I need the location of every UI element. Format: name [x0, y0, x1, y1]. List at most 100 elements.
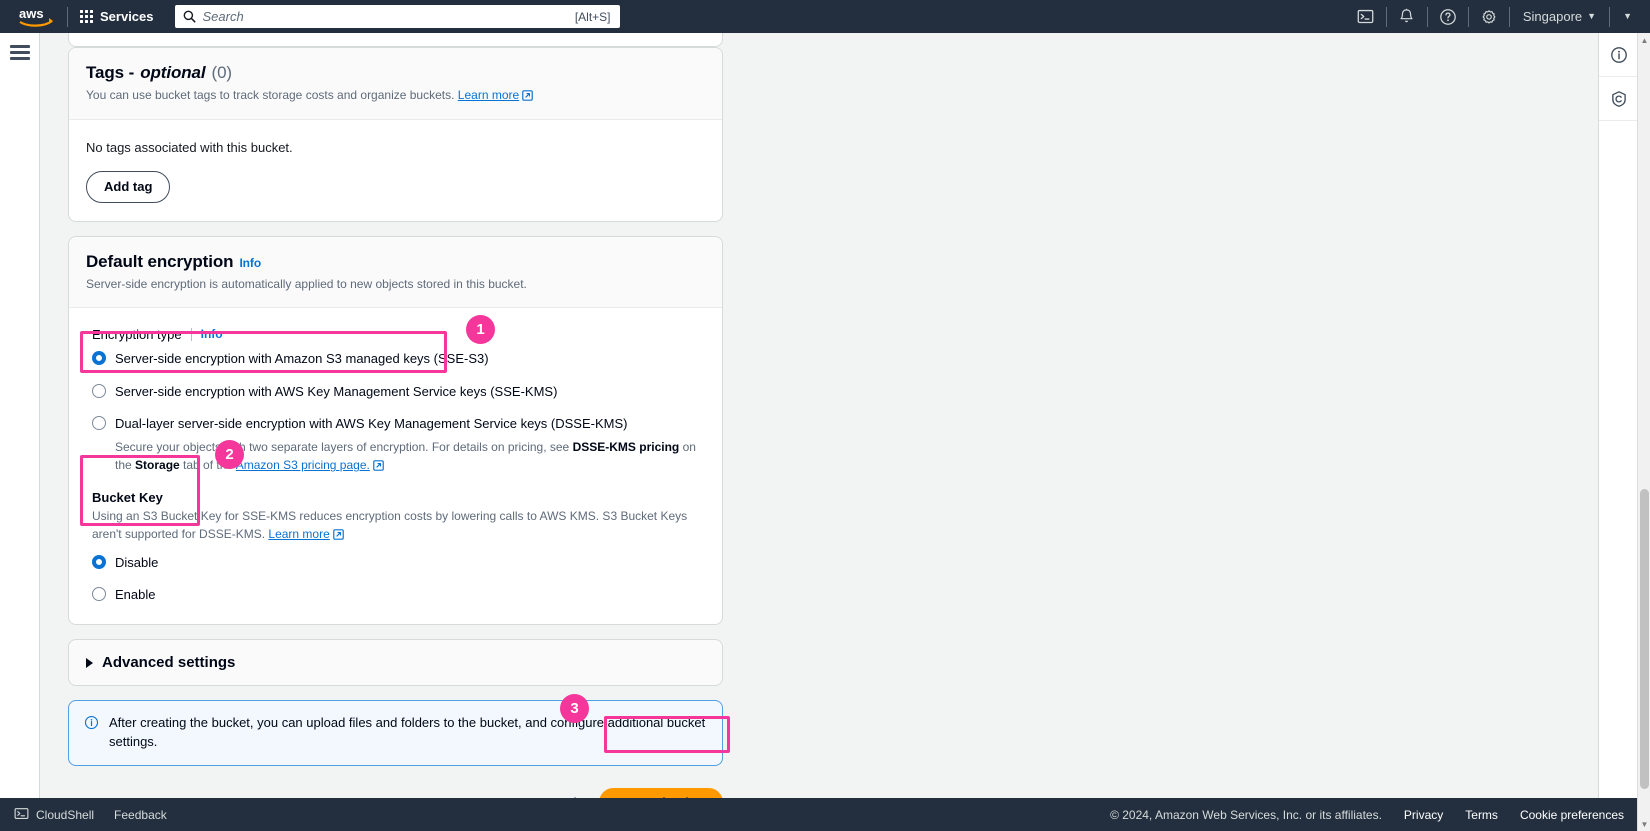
footer-feedback-label: Feedback	[114, 807, 167, 822]
top-nav-right-group: Singapore ▼ ▼	[1349, 0, 1650, 33]
scroll-down-arrow-icon[interactable]: ▼	[1638, 817, 1650, 831]
page-scrollbar[interactable]: ▲ ▼	[1637, 33, 1650, 831]
cancel-button[interactable]: Cancel	[518, 789, 593, 798]
tags-description: You can use bucket tags to track storage…	[86, 87, 705, 106]
radio-bucket-key-enable[interactable]: Enable	[92, 581, 705, 609]
radio-dsse-kms-label: Dual-layer server-side encryption with A…	[115, 415, 628, 431]
encryption-title: Default encryption Info	[86, 252, 705, 272]
account-menu-button[interactable]: ▼	[1613, 6, 1646, 27]
radio-dsse-kms[interactable]: Dual-layer server-side encryption with A…	[92, 410, 705, 438]
question-circle-icon[interactable]	[1431, 0, 1465, 33]
footer-terms-link[interactable]: Terms	[1465, 808, 1498, 822]
radio-sse-kms-indicator[interactable]	[92, 384, 106, 399]
left-navigation-rail	[0, 33, 40, 798]
bell-icon[interactable]	[1390, 0, 1424, 33]
encryption-type-info-link[interactable]: Info	[201, 327, 223, 341]
footer-left-group: CloudShell Feedback	[0, 806, 167, 824]
tags-card-header: Tags - optional (0) You can use bucket t…	[69, 48, 722, 121]
annotation-badge-3: 3	[560, 694, 589, 723]
svg-text:aws: aws	[19, 6, 44, 21]
footer-feedback-button[interactable]: Feedback	[114, 808, 167, 822]
scrollbar-thumb[interactable]	[1640, 489, 1649, 789]
nav-divider	[1467, 6, 1469, 27]
encryption-type-label-row: Encryption type Info	[92, 327, 705, 342]
bucket-key-description: Using an S3 Bucket Key for SSE-KMS reduc…	[92, 508, 705, 545]
footer-cookie-preferences-link[interactable]: Cookie preferences	[1520, 808, 1624, 822]
region-label: Singapore	[1522, 9, 1583, 24]
bucket-key-group: Bucket Key Using an S3 Bucket Key for SS…	[86, 490, 705, 608]
footer-cloudshell-label: CloudShell	[36, 807, 95, 822]
info-alert-text: After creating the bucket, you can uploa…	[109, 715, 706, 749]
encryption-description: Server-side encryption is automatically …	[86, 277, 527, 292]
advanced-settings-title: Advanced settings	[102, 654, 236, 672]
radio-bucket-key-enable-label: Enable	[115, 586, 156, 602]
radio-bucket-key-disable-label: Disable	[115, 555, 159, 571]
top-navigation-bar: aws Services Search [Alt+S] Singapore ▼ …	[0, 0, 1650, 33]
scroll-up-arrow-icon[interactable]: ▲	[1638, 33, 1650, 47]
nav-divider	[1385, 6, 1387, 27]
encryption-card-body: Encryption type Info Server-side encrypt…	[69, 308, 722, 624]
search-shortcut-hint: [Alt+S]	[574, 9, 611, 24]
encryption-type-group: Encryption type Info Server-side encrypt…	[86, 324, 705, 375]
tags-empty-text: No tags associated with this bucket.	[86, 140, 293, 156]
footer-copyright: © 2024, Amazon Web Services, Inc. or its…	[1110, 807, 1382, 822]
tags-title: Tags - optional (0)	[86, 63, 705, 83]
triangle-right-icon	[86, 657, 93, 668]
encryption-type-label: Encryption type	[92, 326, 182, 342]
radio-bucket-key-disable[interactable]: Disable	[92, 549, 705, 577]
tags-card-body: No tags associated with this bucket. Add…	[69, 120, 722, 221]
add-tag-button[interactable]: Add tag	[86, 171, 171, 204]
dsse-pricing-emphasis: DSSE-KMS pricing	[572, 440, 680, 455]
bucket-key-learn-more-link[interactable]: Learn more	[268, 527, 329, 541]
advanced-settings-expander[interactable]: Advanced settings	[68, 639, 723, 687]
gear-icon[interactable]	[1472, 0, 1506, 33]
radio-sse-kms[interactable]: Server-side encryption with AWS Key Mana…	[86, 378, 705, 406]
nav-divider	[1508, 6, 1510, 27]
s3-pricing-page-link[interactable]: Amazon S3 pricing page.	[236, 458, 370, 472]
radio-sse-s3-indicator[interactable]	[92, 350, 106, 365]
search-icon	[183, 10, 196, 23]
info-circle-icon[interactable]	[1599, 33, 1639, 77]
grid-icon	[80, 10, 93, 23]
radio-bucket-key-enable-indicator[interactable]	[92, 586, 106, 601]
tags-title-optional: optional	[140, 63, 206, 82]
bucket-key-title: Bucket Key	[92, 490, 163, 506]
search-input[interactable]: Search [Alt+S]	[174, 5, 620, 28]
radio-sse-s3-label: Server-side encryption with Amazon S3 ma…	[115, 350, 489, 366]
cloudshell-icon[interactable]	[1349, 0, 1383, 33]
radio-sse-s3[interactable]: Server-side encryption with Amazon S3 ma…	[92, 345, 705, 373]
tags-description-text: You can use bucket tags to track storage…	[86, 88, 455, 102]
tags-count: (0)	[211, 63, 233, 82]
tags-learn-more-link[interactable]: Learn more	[458, 88, 519, 102]
radio-bucket-key-disable-indicator[interactable]	[92, 555, 106, 570]
encryption-title-text: Default encryption	[86, 252, 234, 272]
info-circle-icon	[84, 715, 99, 735]
clipped-card-above	[68, 33, 723, 47]
chevron-down-icon: ▼	[1587, 11, 1597, 21]
main-content-area: Tags - optional (0) You can use bucket t…	[41, 33, 1597, 798]
aws-logo-icon[interactable]: aws	[8, 5, 64, 29]
storage-tab-emphasis: Storage	[135, 458, 180, 473]
footer-privacy-link[interactable]: Privacy	[1404, 808, 1443, 822]
shield-privacy-icon[interactable]	[1599, 77, 1639, 121]
info-alert: After creating the bucket, you can uploa…	[68, 700, 723, 766]
dsse-kms-description: Secure your objects with two separate la…	[115, 438, 705, 476]
create-bucket-form-column: Tags - optional (0) You can use bucket t…	[68, 33, 723, 798]
annotation-badge-2: 2	[215, 440, 244, 469]
encryption-info-link[interactable]: Info	[239, 256, 261, 270]
form-actions: Cancel Create bucket	[68, 776, 723, 798]
radio-dsse-kms-indicator[interactable]	[92, 415, 106, 430]
services-menu-button[interactable]: Services	[71, 4, 163, 29]
external-link-icon	[522, 89, 533, 106]
tags-card: Tags - optional (0) You can use bucket t…	[68, 47, 723, 223]
right-tools-rail	[1598, 33, 1639, 798]
tags-title-text: Tags -	[86, 63, 135, 82]
hamburger-menu-icon[interactable]	[9, 45, 30, 60]
create-bucket-button[interactable]: Create bucket	[599, 787, 723, 798]
services-label: Services	[100, 9, 154, 24]
encryption-card-header: Default encryption Info Server-side encr…	[69, 237, 722, 308]
footer-cloudshell-button[interactable]: CloudShell	[14, 806, 94, 824]
region-selector[interactable]: Singapore ▼	[1513, 3, 1606, 30]
chevron-down-icon: ▼	[1623, 11, 1632, 21]
terminal-icon	[14, 806, 29, 824]
